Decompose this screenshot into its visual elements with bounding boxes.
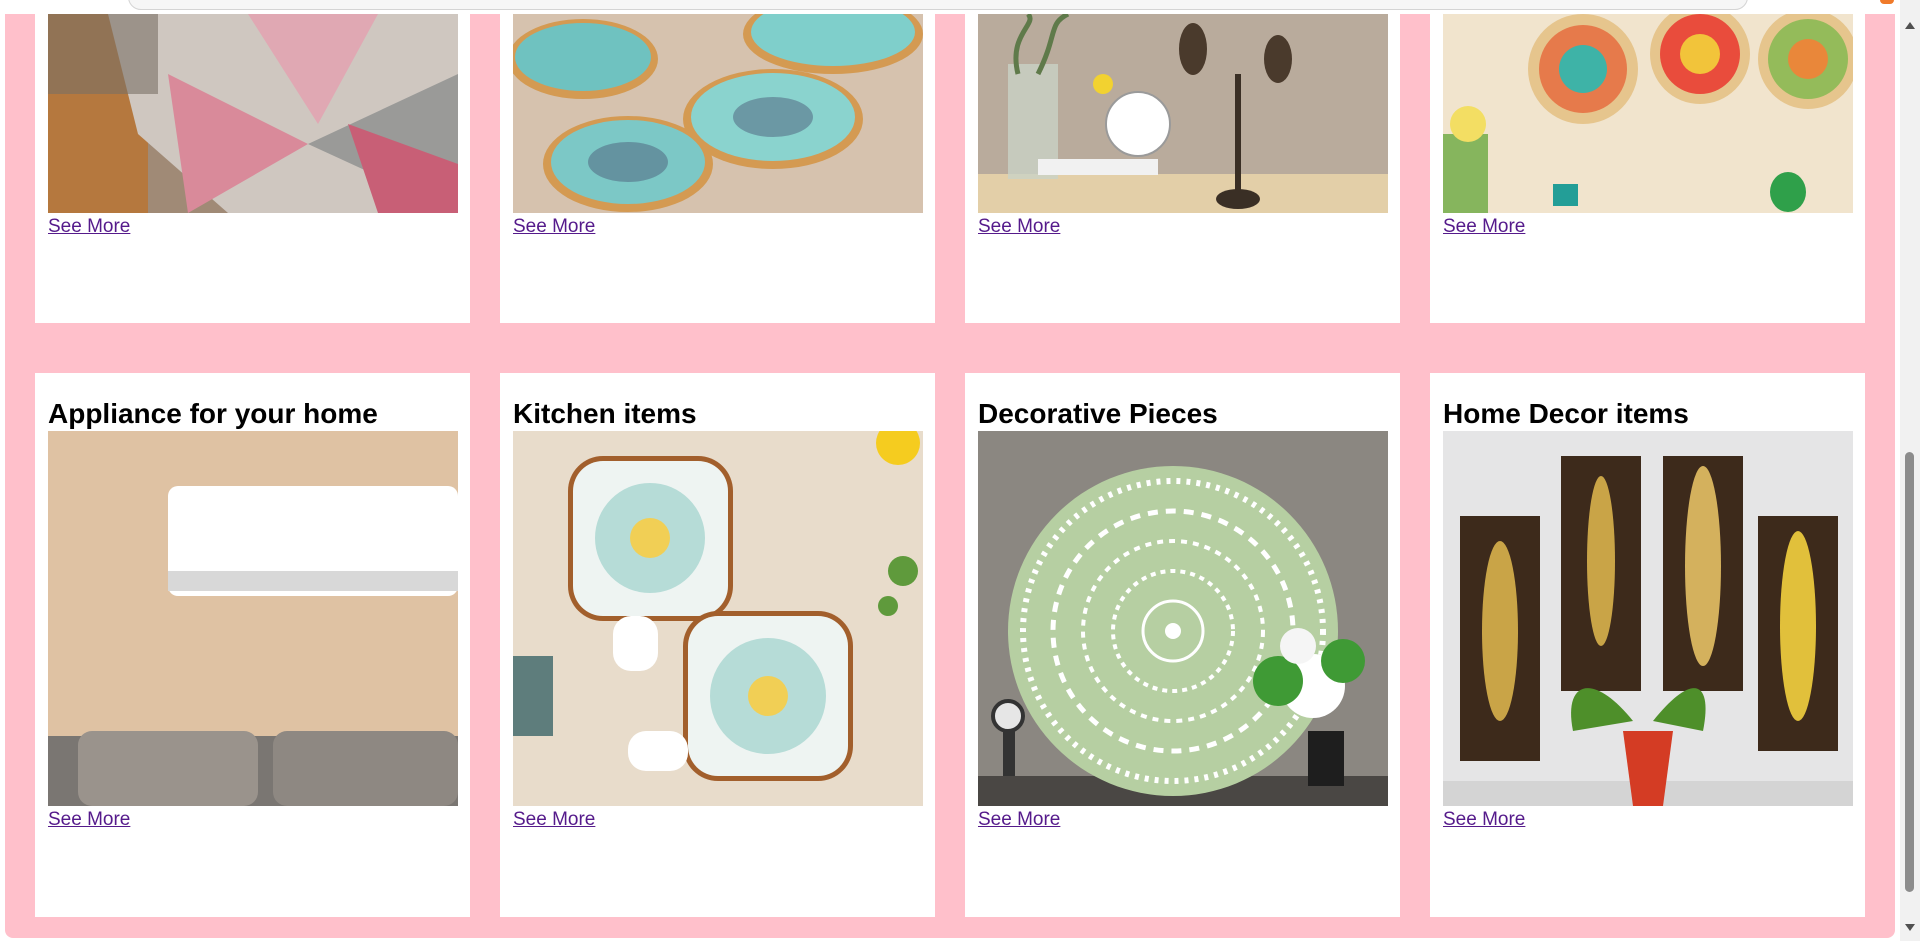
see-more-link[interactable]: See More	[48, 809, 130, 831]
category-card: Appliance for your home See More	[35, 373, 470, 917]
category-title: Home Decor items	[1443, 398, 1689, 429]
mandala-mirror-photo	[978, 431, 1388, 806]
category-title: Decorative Pieces	[978, 398, 1218, 429]
serving-plates-photo	[513, 431, 923, 806]
extension-icon[interactable]	[1880, 0, 1894, 4]
category-card: See More	[35, 14, 470, 323]
category-card: Kitchen items See More	[500, 373, 935, 917]
see-more-link[interactable]: See More	[48, 216, 130, 238]
category-card: Home Decor items See More	[1430, 373, 1865, 917]
category-card: Decorative Pieces See More	[965, 373, 1400, 917]
wall-plates-photo	[1443, 14, 1853, 213]
category-card: See More	[1430, 14, 1865, 323]
ceramic-bowls-photo	[513, 14, 923, 213]
see-more-link[interactable]: See More	[513, 809, 595, 831]
see-more-link[interactable]: See More	[1443, 216, 1525, 238]
leaf-wall-art-photo	[1443, 431, 1853, 806]
category-title: Appliance for your home	[48, 398, 378, 429]
see-more-link[interactable]: See More	[978, 809, 1060, 831]
scroll-up-arrow-icon[interactable]	[1905, 22, 1915, 29]
page-content: See More See More See More See More Appl…	[5, 14, 1895, 938]
category-title: Kitchen items	[513, 398, 697, 429]
scroll-down-arrow-icon[interactable]	[1905, 924, 1915, 931]
browser-top-edge	[0, 0, 1900, 14]
see-more-link[interactable]: See More	[513, 216, 595, 238]
patterned-rug-photo	[48, 14, 458, 213]
category-card: See More	[500, 14, 935, 323]
vertical-scrollbar[interactable]	[1900, 0, 1920, 941]
address-bar[interactable]	[128, 0, 1748, 10]
bird-sculpture-shelf-photo	[978, 14, 1388, 213]
scrollbar-thumb[interactable]	[1905, 452, 1914, 892]
see-more-link[interactable]: See More	[978, 216, 1060, 238]
category-card: See More	[965, 14, 1400, 323]
see-more-link[interactable]: See More	[1443, 809, 1525, 831]
air-conditioner-photo	[48, 431, 458, 806]
